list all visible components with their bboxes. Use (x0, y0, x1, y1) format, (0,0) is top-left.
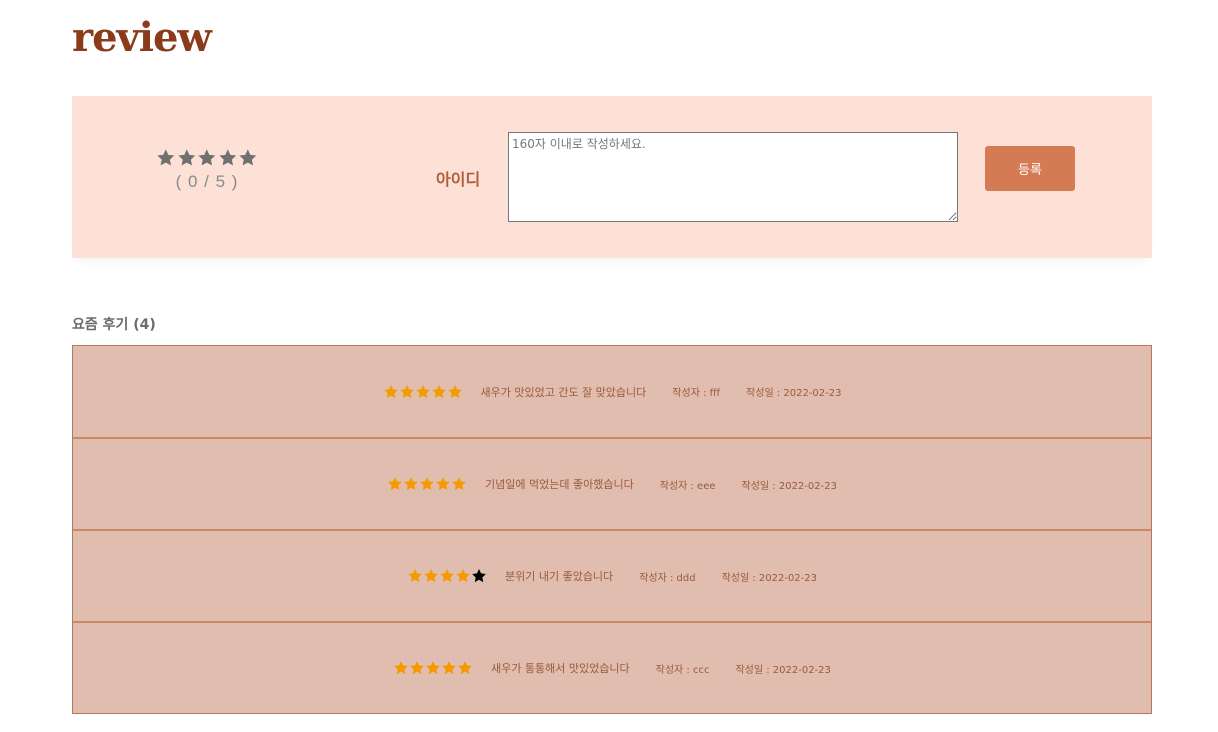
review-list-title: 요즘 후기 (4) (72, 317, 156, 333)
rating-stars[interactable] (156, 148, 258, 168)
review-content: 새우가 맛있었고 간도 잘 맞았습니다 (480, 385, 647, 399)
star-icon (425, 660, 441, 676)
review-textarea[interactable] (508, 132, 958, 222)
review-content: 새우가 통통해서 맛있었습니다 (491, 662, 630, 675)
submit-button[interactable]: 등록 (985, 146, 1075, 191)
logo: review (72, 14, 212, 61)
review-form: ( 0 / 5 ) 아이디 등록 (72, 96, 1152, 258)
review-date: 작성일 : 2022-02-23 (741, 480, 837, 492)
review-writer: 작성자 : fff (672, 388, 721, 399)
review-rating (393, 660, 473, 676)
review-row: 새우가 맛있었고 간도 잘 맞았습니다 작성자 : fff 작성일 : 2022-0… (73, 345, 1151, 437)
review-rating (387, 476, 467, 492)
star-icon (393, 660, 409, 676)
review-content: 기념일에 먹었는데 좋아했습니다 (485, 478, 634, 491)
star-icon (435, 476, 451, 492)
star-icon (471, 568, 487, 584)
review-row: 분위기 내기 좋았습니다 작성자 : ddd 작성일 : 2022-02-23 (73, 529, 1151, 621)
rating-count: ( 0 / 5 ) (175, 172, 239, 191)
star-icon (409, 660, 425, 676)
review-rating (383, 384, 463, 400)
review-writer: 작성자 : ccc (655, 664, 710, 676)
star-icon[interactable] (156, 148, 176, 168)
rating-input: ( 0 / 5 ) (156, 148, 258, 192)
review-content: 분위기 내기 좋았습니다 (504, 570, 614, 583)
star-icon (447, 384, 463, 400)
star-icon (415, 384, 431, 400)
review-row: 새우가 통통해서 맛있었습니다 작성자 : ccc 작성일 : 2022-02-23 (73, 621, 1151, 713)
star-icon[interactable] (238, 148, 258, 168)
star-icon (403, 476, 419, 492)
star-icon (441, 660, 457, 676)
user-id-label: 아이디 (436, 170, 481, 189)
review-date: 작성일 : 2022-02-23 (746, 388, 842, 399)
star-icon (407, 568, 423, 584)
star-icon (387, 476, 403, 492)
review-list: 새우가 맛있었고 간도 잘 맞았습니다 작성자 : fff 작성일 : 2022-0… (72, 345, 1152, 714)
review-writer: 작성자 : eee (659, 480, 716, 492)
star-icon[interactable] (218, 148, 238, 168)
star-icon (423, 568, 439, 584)
star-icon (455, 568, 471, 584)
review-rating (407, 568, 487, 584)
star-icon (383, 384, 399, 400)
star-icon (451, 476, 467, 492)
star-icon[interactable] (197, 148, 217, 168)
review-date: 작성일 : 2022-02-23 (721, 572, 818, 584)
star-icon (439, 568, 455, 584)
review-row: 기념일에 먹었는데 좋아했습니다 작성자 : eee 작성일 : 2022-02-2… (73, 437, 1151, 529)
star-icon (431, 384, 447, 400)
review-date: 작성일 : 2022-02-23 (735, 664, 831, 676)
review-writer: 작성자 : ddd (639, 572, 696, 584)
star-icon (399, 384, 415, 400)
star-icon[interactable] (177, 148, 197, 168)
star-icon (419, 476, 435, 492)
star-icon (457, 660, 473, 676)
